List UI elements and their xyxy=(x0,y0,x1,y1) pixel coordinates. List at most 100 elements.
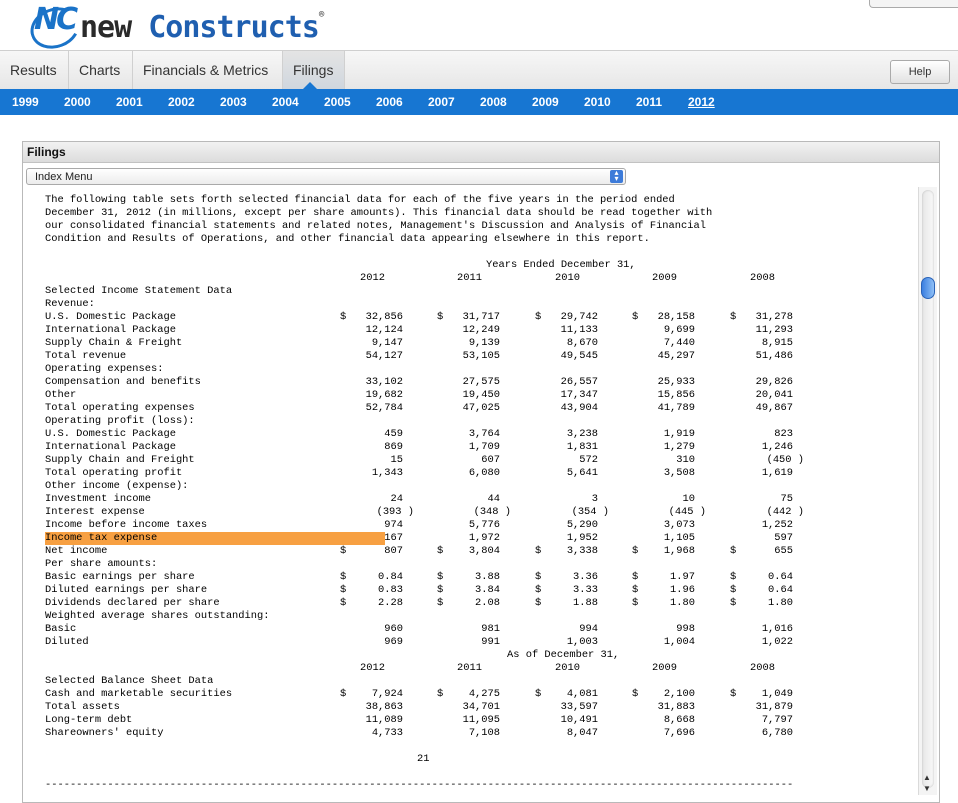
row-value: 5,641 xyxy=(566,467,598,479)
row-value: 53,105 xyxy=(462,350,500,362)
page-number: 21 xyxy=(417,753,430,765)
scroll-thumb[interactable] xyxy=(921,277,935,299)
row-value: 1,004 xyxy=(663,636,695,648)
row-value: 0.83 xyxy=(378,584,403,596)
row-value: (445 ) xyxy=(668,506,706,518)
column-year-heading: 2012 xyxy=(360,272,385,284)
main-tab-bar: Results Charts Financials & Metrics Fili… xyxy=(0,50,958,91)
row-label: Investment income xyxy=(45,493,152,505)
row-value: 3,508 xyxy=(663,467,695,479)
row-value: 0.84 xyxy=(378,571,403,583)
row-value: 9,147 xyxy=(371,337,403,349)
row-value: 1.96 xyxy=(670,584,695,596)
row-value: 981 xyxy=(481,623,500,635)
year-link-2003[interactable]: 2003 xyxy=(220,89,247,115)
row-value: 7,797 xyxy=(761,714,793,726)
row-value: 0.64 xyxy=(768,571,793,583)
column-year-heading: 2010 xyxy=(555,662,580,674)
row-label: Compensation and benefits xyxy=(45,376,201,388)
row-label: Basic xyxy=(45,623,77,635)
row-value: 3,338 xyxy=(566,545,598,557)
year-link-2000[interactable]: 2000 xyxy=(64,89,91,115)
row-value: (442 ) xyxy=(766,506,804,518)
row-value: 20,041 xyxy=(755,389,793,401)
row-label: Selected Income Statement Data xyxy=(45,285,233,297)
row-value: 1.88 xyxy=(573,597,598,609)
row-value: 44 xyxy=(487,493,500,505)
row-value: 41,789 xyxy=(657,402,695,414)
new-constructs-logo[interactable]: NC new Constructs® xyxy=(24,0,328,56)
tab-charts[interactable]: Charts xyxy=(69,51,133,90)
row-label: International Package xyxy=(45,441,176,453)
tab-results[interactable]: Results xyxy=(0,51,69,90)
row-label: Interest expense xyxy=(45,506,145,518)
row-value: 54,127 xyxy=(365,350,403,362)
year-link-2010[interactable]: 2010 xyxy=(584,89,611,115)
row-value: 960 xyxy=(384,623,403,635)
row-value: 3,764 xyxy=(468,428,500,440)
highlighted-row-label: Income tax expense xyxy=(45,532,158,544)
column-year-heading: 2009 xyxy=(652,662,677,674)
row-value: 29,826 xyxy=(755,376,793,388)
year-link-2001[interactable]: 2001 xyxy=(116,89,143,115)
year-link-2002[interactable]: 2002 xyxy=(168,89,195,115)
row-value: 5,290 xyxy=(566,519,598,531)
year-link-2005[interactable]: 2005 xyxy=(324,89,351,115)
row-label: Shareowners' equity xyxy=(45,727,164,739)
row-value: 8,047 xyxy=(566,727,598,739)
row-label: Total assets xyxy=(45,701,120,713)
row-value: 167 xyxy=(384,532,403,544)
row-label: Total operating expenses xyxy=(45,402,195,414)
row-value: 31,883 xyxy=(657,701,695,713)
year-link-2009[interactable]: 2009 xyxy=(532,89,559,115)
tab-financials-metrics[interactable]: Financials & Metrics xyxy=(133,51,283,90)
year-link-1999[interactable]: 1999 xyxy=(12,89,39,115)
year-link-2012[interactable]: 2012 xyxy=(688,89,715,115)
row-value: 1.80 xyxy=(670,597,695,609)
row-value: 807 xyxy=(384,545,403,557)
scroll-down-arrow-icon[interactable]: ▼ xyxy=(923,784,931,793)
row-value: 5,776 xyxy=(468,519,500,531)
column-year-heading: 2011 xyxy=(457,662,482,674)
row-value: 27,575 xyxy=(462,376,500,388)
row-value: 1,279 xyxy=(663,441,695,453)
row-label: Income before income taxes xyxy=(45,519,208,531)
row-value: 1,972 xyxy=(468,532,500,544)
year-link-2004[interactable]: 2004 xyxy=(272,89,299,115)
help-button[interactable]: Help xyxy=(890,60,950,84)
year-link-2008[interactable]: 2008 xyxy=(480,89,507,115)
row-value: 26,557 xyxy=(560,376,598,388)
vertical-scrollbar[interactable]: ▲ ▼ xyxy=(918,187,937,795)
row-label: Basic earnings per share xyxy=(45,571,195,583)
scroll-up-arrow-icon[interactable]: ▲ xyxy=(923,773,931,782)
row-label: Long-term debt xyxy=(45,714,133,726)
row-value: 3,238 xyxy=(566,428,598,440)
row-value: 3,804 xyxy=(468,545,500,557)
row-label: Supply Chain and Freight xyxy=(45,454,195,466)
row-value: 47,025 xyxy=(462,402,500,414)
row-value: 28,158 xyxy=(657,311,695,323)
row-value: 1,246 xyxy=(761,441,793,453)
row-value: 1,003 xyxy=(566,636,598,648)
year-link-2007[interactable]: 2007 xyxy=(428,89,455,115)
row-value: 6,780 xyxy=(761,727,793,739)
row-value: 994 xyxy=(579,623,598,635)
row-value: 0.64 xyxy=(768,584,793,596)
filing-section-select[interactable]: Index Menu ▴ ▾ xyxy=(26,168,626,185)
row-value: 459 xyxy=(384,428,403,440)
row-value: 25,933 xyxy=(657,376,695,388)
year-link-2006[interactable]: 2006 xyxy=(376,89,403,115)
row-label: Other xyxy=(45,389,77,401)
row-value: 11,095 xyxy=(462,714,500,726)
row-label: Other income (expense): xyxy=(45,480,189,492)
row-value: (348 ) xyxy=(473,506,511,518)
row-value: 12,124 xyxy=(365,324,403,336)
row-value: 7,924 xyxy=(371,688,403,700)
row-value: 8,670 xyxy=(566,337,598,349)
row-value: 3.88 xyxy=(475,571,500,583)
row-value: 6,080 xyxy=(468,467,500,479)
row-value: 1,022 xyxy=(761,636,793,648)
row-value: 3.84 xyxy=(475,584,500,596)
year-link-2011[interactable]: 2011 xyxy=(636,89,662,115)
row-value: 49,545 xyxy=(560,350,598,362)
